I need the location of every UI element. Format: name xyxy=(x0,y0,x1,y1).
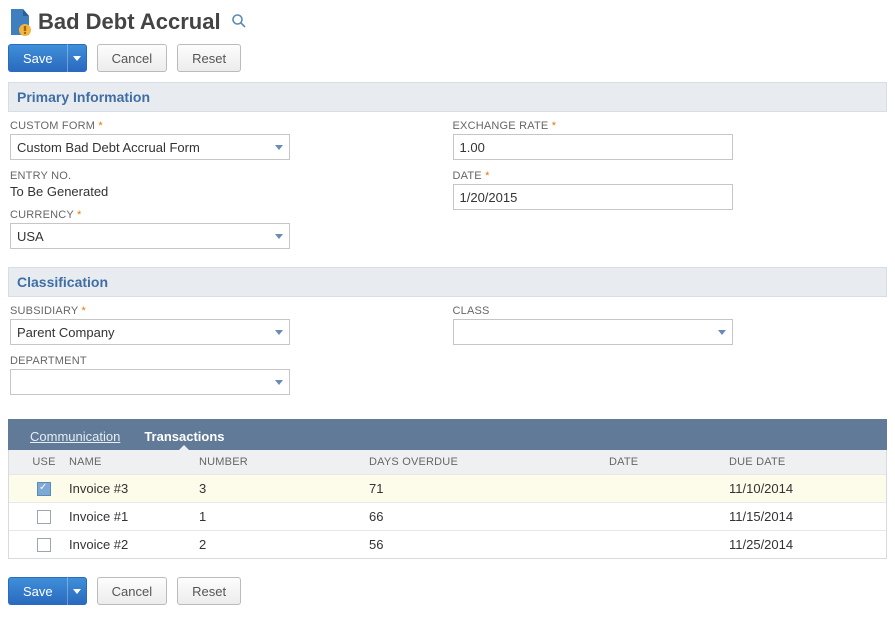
chevron-down-icon xyxy=(73,589,81,594)
table-row[interactable]: Invoice #1166 11/15/2014 xyxy=(9,502,886,530)
chevron-down-icon xyxy=(275,330,283,335)
cell-due-date: 11/25/2014 xyxy=(729,537,849,552)
use-checkbox[interactable] xyxy=(37,482,51,496)
date-input[interactable]: 1/20/2015 xyxy=(453,184,733,210)
subsidiary-select[interactable]: Parent Company xyxy=(10,319,290,345)
use-checkbox[interactable] xyxy=(37,538,51,552)
custom-form-value: Custom Bad Debt Accrual Form xyxy=(17,140,200,155)
exchange-rate-label: EXCHANGE RATE * xyxy=(453,120,856,132)
use-checkbox[interactable] xyxy=(37,510,51,524)
entry-no-label: ENTRY NO. xyxy=(10,170,413,182)
cell-days-overdue: 71 xyxy=(369,481,609,496)
col-number: NUMBER xyxy=(199,456,369,468)
currency-label: CURRENCY * xyxy=(10,209,413,221)
class-select[interactable] xyxy=(453,319,733,345)
page-header: Bad Debt Accrual xyxy=(8,8,887,36)
cell-name: Invoice #3 xyxy=(69,481,199,496)
cell-name: Invoice #1 xyxy=(69,509,199,524)
tab-transactions[interactable]: Transactions xyxy=(132,423,236,450)
chevron-down-icon xyxy=(718,330,726,335)
save-dropdown-button[interactable] xyxy=(67,577,87,605)
subsidiary-label: SUBSIDIARY * xyxy=(10,305,413,317)
col-days-overdue: DAYS OVERDUE xyxy=(369,456,609,468)
chevron-down-icon xyxy=(275,380,283,385)
cell-name: Invoice #2 xyxy=(69,537,199,552)
cell-due-date: 11/10/2014 xyxy=(729,481,849,496)
tabs-bar: Communication Transactions xyxy=(8,419,887,450)
tab-communication[interactable]: Communication xyxy=(18,423,132,450)
save-dropdown-button[interactable] xyxy=(67,44,87,72)
page-icon xyxy=(8,8,32,36)
cell-number: 3 xyxy=(199,481,369,496)
section-classification: Classification xyxy=(8,267,887,297)
reset-button[interactable]: Reset xyxy=(177,577,241,605)
department-label: DEPARTMENT xyxy=(10,355,413,367)
chevron-down-icon xyxy=(275,234,283,239)
cancel-button[interactable]: Cancel xyxy=(97,577,167,605)
cell-days-overdue: 56 xyxy=(369,537,609,552)
cell-number: 1 xyxy=(199,509,369,524)
cancel-button[interactable]: Cancel xyxy=(97,44,167,72)
table-row[interactable]: Invoice #2256 11/25/2014 xyxy=(9,530,886,558)
search-icon[interactable] xyxy=(231,13,247,32)
currency-select[interactable]: USA xyxy=(10,223,290,249)
col-date: DATE xyxy=(609,456,729,468)
exchange-rate-input[interactable]: 1.00 xyxy=(453,134,733,160)
transactions-grid: USE NAME NUMBER DAYS OVERDUE DATE DUE DA… xyxy=(8,450,887,559)
chevron-down-icon xyxy=(275,145,283,150)
subsidiary-value: Parent Company xyxy=(17,325,115,340)
currency-value: USA xyxy=(17,229,44,244)
date-label: DATE * xyxy=(453,170,856,182)
grid-header-row: USE NAME NUMBER DAYS OVERDUE DATE DUE DA… xyxy=(9,450,886,474)
table-row[interactable]: Invoice #3371 11/10/2014 xyxy=(9,474,886,502)
section-primary-information: Primary Information xyxy=(8,82,887,112)
cell-number: 2 xyxy=(199,537,369,552)
save-button[interactable]: Save xyxy=(8,577,67,605)
cell-due-date: 11/15/2014 xyxy=(729,509,849,524)
page-title: Bad Debt Accrual xyxy=(38,9,221,35)
department-select[interactable] xyxy=(10,369,290,395)
custom-form-select[interactable]: Custom Bad Debt Accrual Form xyxy=(10,134,290,160)
custom-form-label: CUSTOM FORM * xyxy=(10,120,413,132)
save-button[interactable]: Save xyxy=(8,44,67,72)
reset-button[interactable]: Reset xyxy=(177,44,241,72)
col-use: USE xyxy=(19,456,69,468)
bottom-action-bar: Save Cancel Reset xyxy=(8,577,887,605)
col-name: NAME xyxy=(69,456,199,468)
entry-no-value: To Be Generated xyxy=(10,184,413,199)
col-due-date: DUE DATE xyxy=(729,456,849,468)
cell-days-overdue: 66 xyxy=(369,509,609,524)
chevron-down-icon xyxy=(73,56,81,61)
class-label: CLASS xyxy=(453,305,856,317)
top-action-bar: Save Cancel Reset xyxy=(8,44,887,72)
